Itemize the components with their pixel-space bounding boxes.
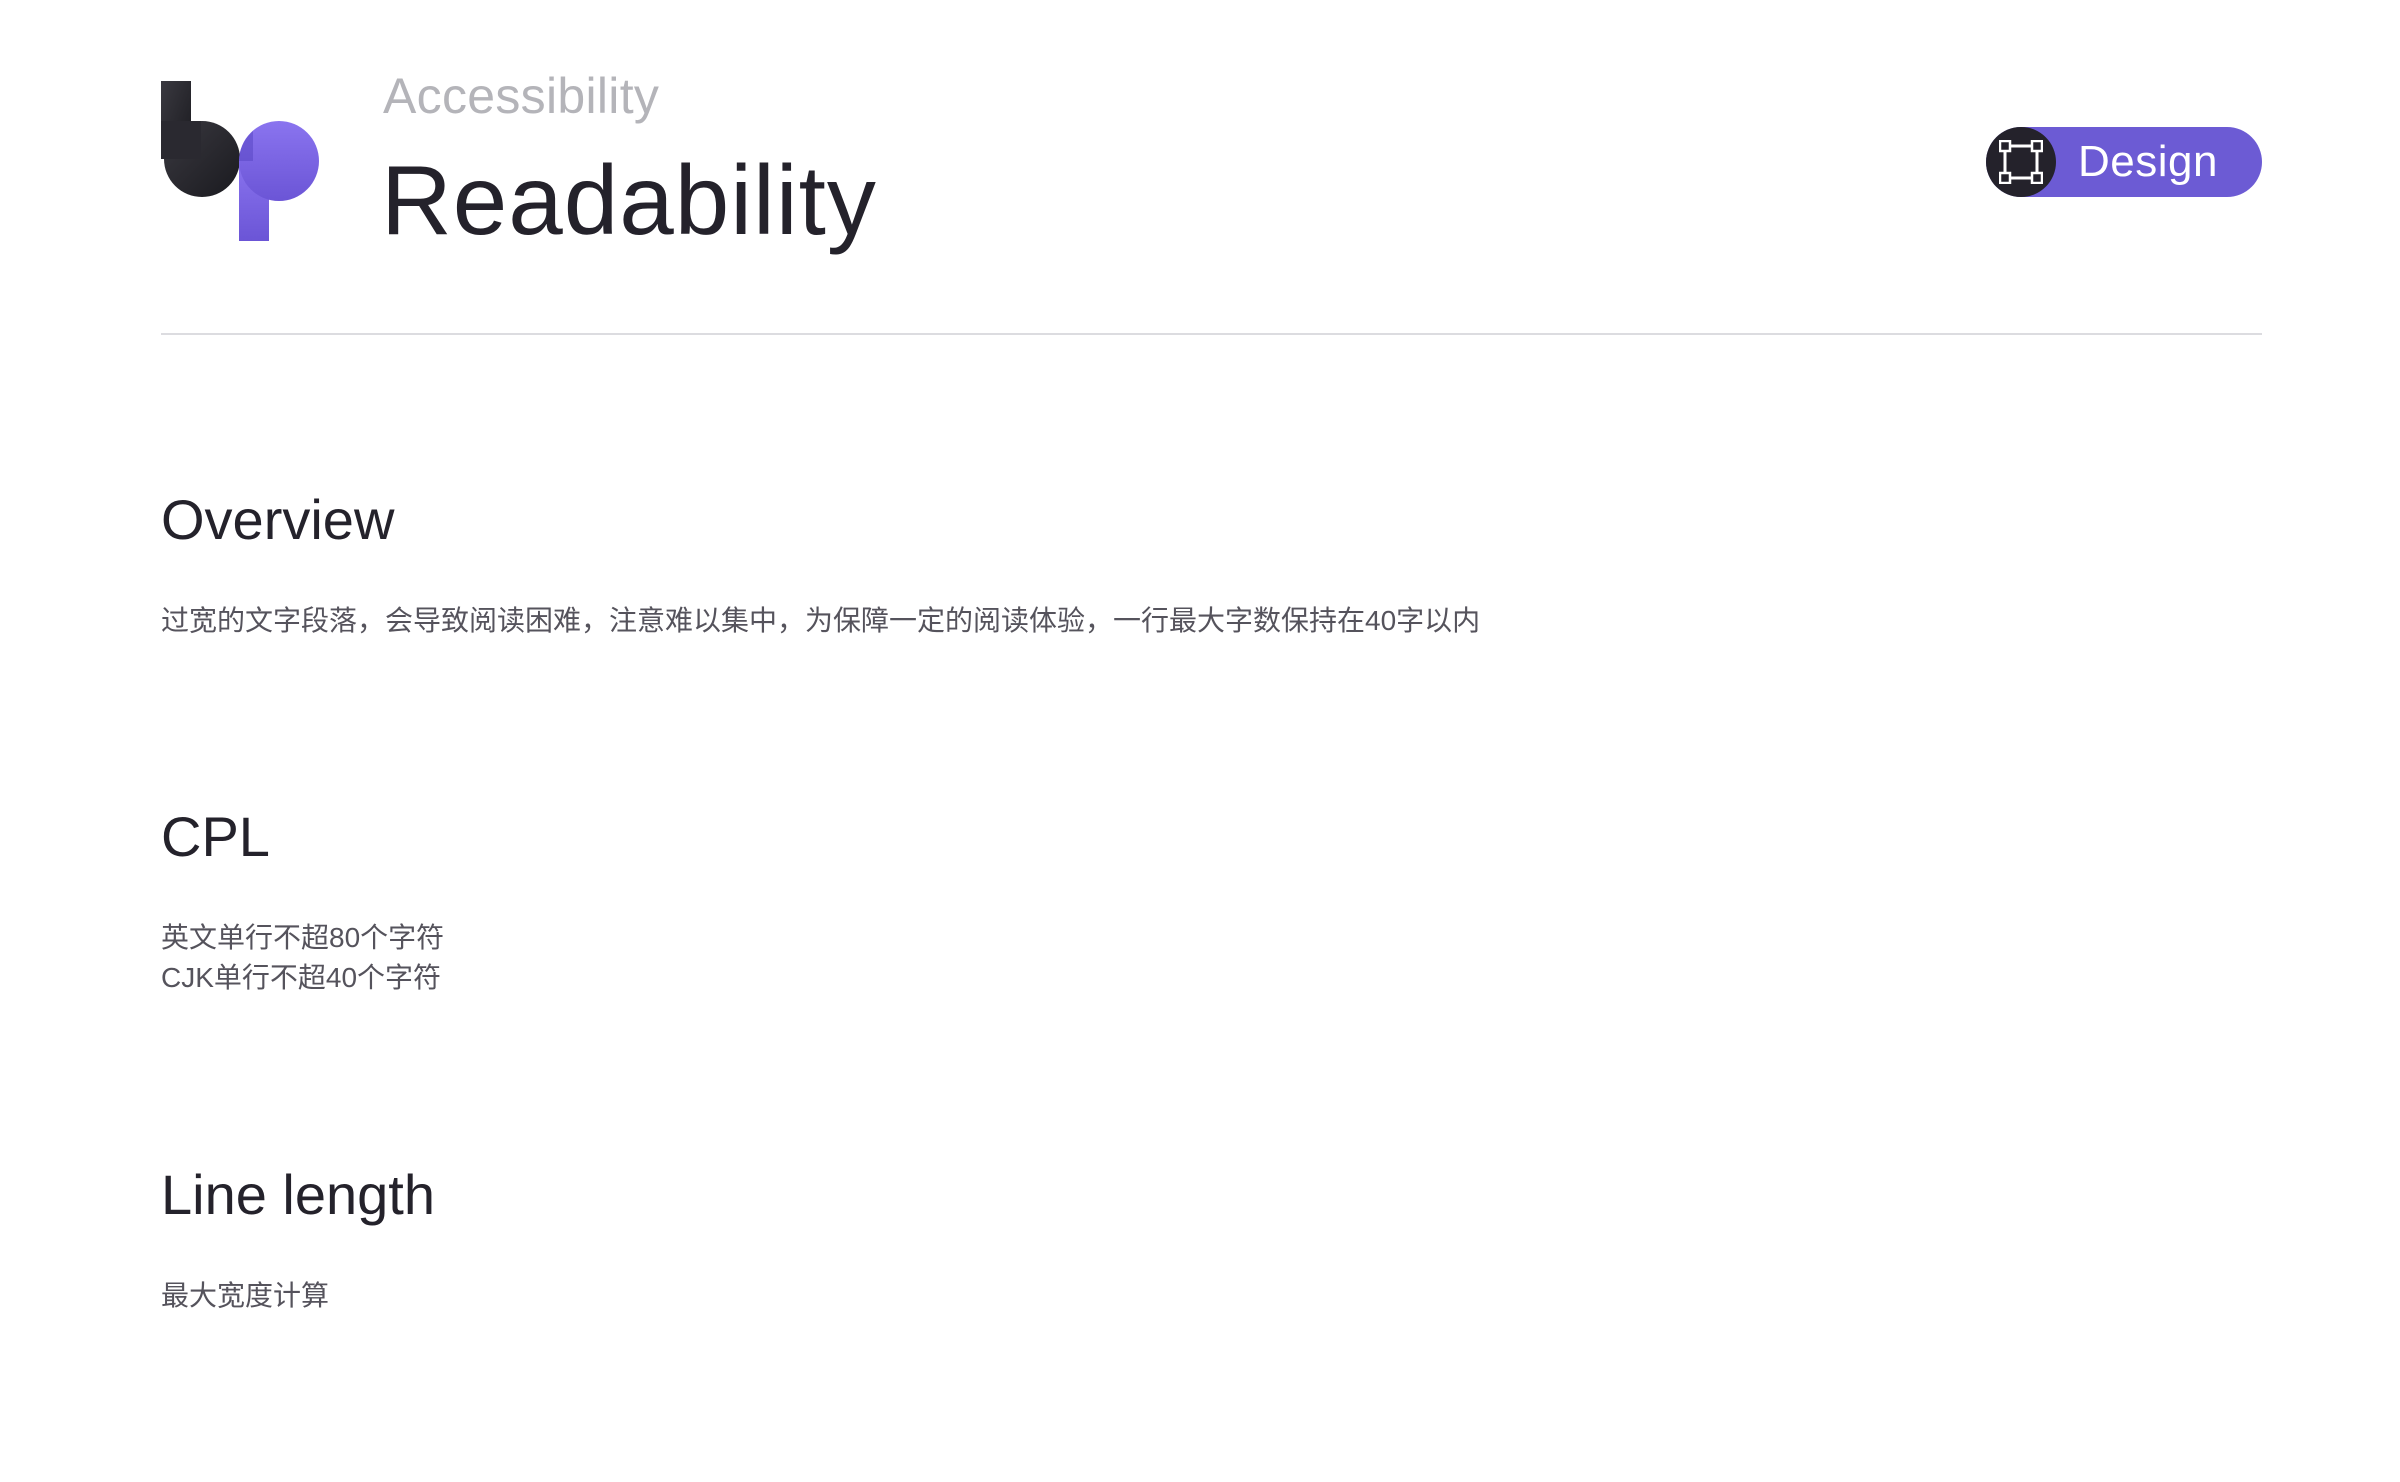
section-body-line-length: 最大宽度计算 <box>161 1276 329 1316</box>
body-line: 最大宽度计算 <box>161 1280 330 1311</box>
section-title-line-length: Line length <box>161 1163 436 1226</box>
page-title: Readability <box>381 145 877 255</box>
body-line: 英文单行不超80个字符 <box>161 922 445 953</box>
body-line: 过宽的文字段落，会导致阅读困难，注意难以集中，为保障一定的阅读体验，一行最大字数… <box>161 605 1481 636</box>
body-line: CJK单行不超40个字符 <box>161 962 442 993</box>
page: Accessibility Readability Design Overvie… <box>0 0 2400 1482</box>
section-title-cpl: CPL <box>161 805 270 868</box>
design-badge[interactable]: Design <box>1986 127 2262 197</box>
section-body-overview: 过宽的文字段落，会导致阅读困难，注意难以集中，为保障一定的阅读体验，一行最大字数… <box>161 601 1480 641</box>
brand-logo <box>161 81 321 241</box>
frame-icon <box>1986 127 2056 197</box>
section-body-cpl: 英文单行不超80个字符 CJK单行不超40个字符 <box>161 918 444 998</box>
badge-label: Design <box>2078 137 2218 186</box>
breadcrumb[interactable]: Accessibility <box>383 66 659 126</box>
header-divider <box>161 333 2262 335</box>
section-title-overview: Overview <box>161 488 395 551</box>
